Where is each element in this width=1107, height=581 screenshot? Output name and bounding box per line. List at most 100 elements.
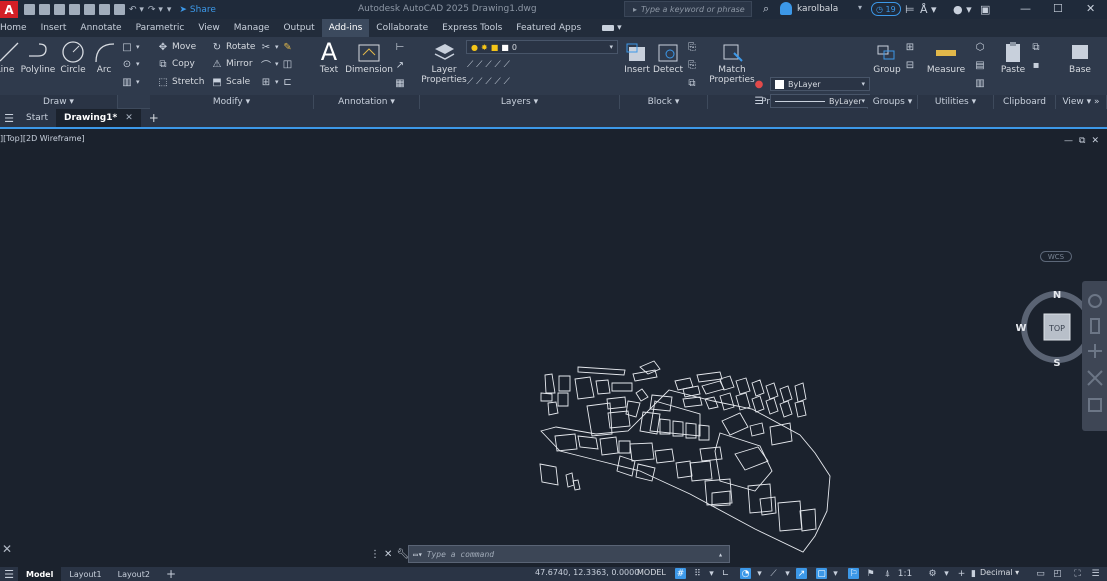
- tab-parametric[interactable]: Parametric: [129, 19, 192, 37]
- object-snap-icon[interactable]: ▢: [816, 568, 827, 579]
- open-file-icon[interactable]: [39, 4, 50, 15]
- user-icon[interactable]: [780, 2, 792, 15]
- command-history-icon[interactable]: ▴: [718, 550, 723, 559]
- measure-button[interactable]: Measure: [926, 39, 966, 75]
- move-button[interactable]: ✥ Move: [157, 39, 196, 55]
- cart-icon[interactable]: ⊨: [905, 3, 915, 16]
- layers-panel-title[interactable]: Layers ▾: [420, 95, 620, 109]
- annotation-scale-icon[interactable]: ⍋: [882, 568, 893, 579]
- snap-icon[interactable]: ⠿: [692, 568, 703, 579]
- circle-button[interactable]: Circle: [60, 39, 86, 75]
- match-properties-button[interactable]: Match Properties: [709, 39, 755, 85]
- close-icon[interactable]: ✕: [1086, 2, 1095, 15]
- group-button[interactable]: Group: [872, 39, 902, 75]
- hatch-tool[interactable]: ⊙ ▾: [121, 56, 140, 72]
- color-dropdown[interactable]: ByLayer ▾: [770, 77, 870, 91]
- snap-menu-icon[interactable]: ▾: [706, 568, 717, 579]
- viewcube-face-label[interactable]: TOP: [1048, 324, 1065, 333]
- tab-collaborate[interactable]: Collaborate: [369, 19, 435, 37]
- detect-button[interactable]: Detect: [652, 39, 684, 75]
- command-input[interactable]: ▭▾ Type a command ▴: [408, 545, 730, 563]
- fillet-button[interactable]: ⌒ ▾ ◫: [260, 56, 294, 72]
- stretch-button[interactable]: ⬚ Stretch: [157, 74, 204, 90]
- group-edit-icon[interactable]: ⊟: [904, 59, 916, 71]
- ortho-icon[interactable]: ∟: [720, 568, 731, 579]
- close-tab-icon[interactable]: ✕: [125, 113, 133, 123]
- help-search-input[interactable]: ▸ Type a keyword or phrase: [624, 1, 752, 17]
- navigation-bar[interactable]: [1082, 281, 1107, 431]
- ungroup-icon[interactable]: ⊞: [904, 41, 916, 53]
- annotation-autoscale-icon[interactable]: ⚑: [865, 568, 876, 579]
- minimize-icon[interactable]: —: [1020, 2, 1031, 15]
- tab-express-tools[interactable]: Express Tools: [435, 19, 509, 37]
- maximize-icon[interactable]: ☐: [1053, 2, 1063, 15]
- save-as-icon[interactable]: [69, 4, 80, 15]
- fullscreen-icon[interactable]: ⛶: [1072, 568, 1083, 579]
- layer-tools-row-1[interactable]: ⟋ ⟋ ⟋ ⟋ ⟋: [467, 57, 510, 73]
- add-layout-icon[interactable]: +: [158, 567, 184, 581]
- compass-south[interactable]: S: [1053, 358, 1060, 368]
- base-button[interactable]: Base: [1062, 39, 1098, 75]
- layer-dropdown[interactable]: ● ✸ ■ ■ 0 ▾: [466, 40, 618, 54]
- customize-qat-icon[interactable]: ▾: [167, 5, 172, 15]
- polar-menu-icon[interactable]: ▾: [754, 568, 765, 579]
- clipboard-panel-title[interactable]: Clipboard: [994, 95, 1056, 109]
- share-button[interactable]: ➤ Share: [179, 5, 216, 15]
- linear-dim-icon[interactable]: ⊢: [394, 41, 406, 53]
- copy-clip-icon[interactable]: ⧉: [1030, 41, 1042, 53]
- calculator-icon[interactable]: ▤: [974, 59, 986, 71]
- model-space-button[interactable]: MODEL: [637, 568, 666, 577]
- edit-block-icon[interactable]: ⎘: [686, 59, 698, 71]
- chevron-down-icon[interactable]: ▾: [858, 3, 862, 12]
- save-to-web-icon[interactable]: [99, 4, 110, 15]
- compass-west[interactable]: W: [1016, 323, 1027, 334]
- leader-icon[interactable]: ↗: [394, 59, 406, 71]
- layer-properties-button[interactable]: Layer Properties: [421, 39, 467, 85]
- quick-properties-icon[interactable]: ▭: [1035, 568, 1046, 579]
- tab-drawing1[interactable]: Drawing1* ✕: [56, 109, 141, 127]
- tab-layout2[interactable]: Layout2: [110, 567, 158, 581]
- app-menu-icon[interactable]: ▣: [980, 3, 990, 16]
- polar-icon[interactable]: ◔: [740, 568, 751, 579]
- hamburger-menu-icon[interactable]: ☰: [0, 112, 18, 125]
- object-snap-menu-icon[interactable]: ▾: [830, 568, 841, 579]
- wcs-menu[interactable]: WCS: [1040, 251, 1072, 262]
- save-icon[interactable]: [54, 4, 65, 15]
- units-icon[interactable]: ▮: [968, 568, 979, 579]
- groups-panel-title[interactable]: Groups ▾: [868, 95, 918, 109]
- add-icon[interactable]: +: [956, 568, 967, 579]
- layout-menu-icon[interactable]: ☰: [0, 568, 18, 581]
- autodesk-account-icon[interactable]: Å ▾: [920, 3, 937, 16]
- tab-manage[interactable]: Manage: [227, 19, 277, 37]
- cut-icon[interactable]: ▪: [1030, 59, 1042, 71]
- search-icon[interactable]: ⌕: [763, 2, 769, 16]
- tab-output[interactable]: Output: [276, 19, 321, 37]
- isodraft-icon[interactable]: ⟋: [768, 568, 779, 579]
- units-dropdown[interactable]: Decimal ▾: [980, 568, 1019, 577]
- tab-model[interactable]: Model: [18, 567, 62, 581]
- tab-start[interactable]: Start: [18, 109, 56, 127]
- isodraft-menu-icon[interactable]: ▾: [782, 568, 793, 579]
- layer-tools-row-2[interactable]: ⟋ ⟋ ⟋ ⟋ ⟋: [467, 74, 510, 90]
- grid-icon[interactable]: #: [675, 568, 686, 579]
- attribute-icon[interactable]: ⧉: [686, 77, 698, 89]
- paste-button[interactable]: Paste: [998, 39, 1028, 75]
- clean-screen-icon[interactable]: ◰: [1052, 568, 1063, 579]
- array-button[interactable]: ⊞ ▾ ⊏: [260, 74, 294, 90]
- arc-button[interactable]: Arc: [92, 39, 116, 75]
- new-file-icon[interactable]: [24, 4, 35, 15]
- close-command-icon[interactable]: ✕: [384, 549, 392, 560]
- workspace-gear-icon[interactable]: ⚙: [927, 568, 938, 579]
- compass-north[interactable]: N: [1053, 290, 1061, 301]
- polyline-button[interactable]: Polyline: [20, 39, 56, 75]
- annotation-visibility-icon[interactable]: ⚐: [848, 568, 859, 579]
- mirror-button[interactable]: ⚠ Mirror: [211, 56, 253, 72]
- utilities-panel-title[interactable]: Utilities ▾: [918, 95, 994, 109]
- quick-select-icon[interactable]: ⬡: [974, 41, 986, 53]
- trim-button[interactable]: ✂ ▾ ✎: [260, 39, 294, 55]
- open-from-web-icon[interactable]: [84, 4, 95, 15]
- help-icon[interactable]: ● ▾: [953, 3, 972, 16]
- table-icon[interactable]: ▦: [394, 77, 406, 89]
- tab-annotate[interactable]: Annotate: [73, 19, 128, 37]
- undo-icon[interactable]: ↶ ▾: [129, 5, 144, 15]
